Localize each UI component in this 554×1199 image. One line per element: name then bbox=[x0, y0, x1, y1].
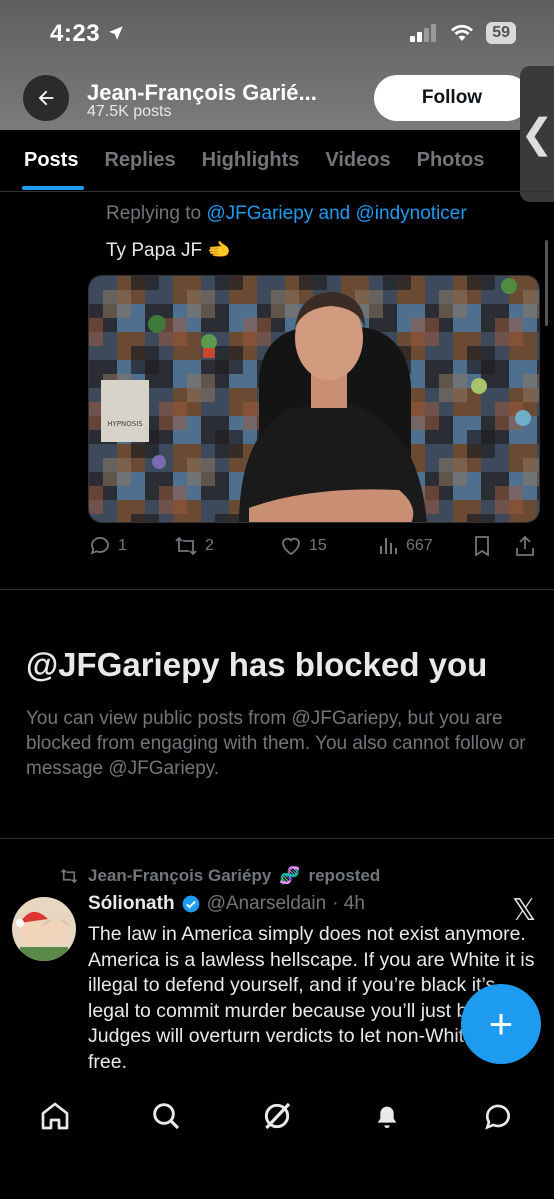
blocked-description: You can view public posts from @JFGariep… bbox=[26, 708, 526, 779]
repost-indicator: Jean-François Gariépy 🧬 reposted bbox=[58, 866, 380, 886]
verified-badge-icon bbox=[182, 895, 199, 913]
share-icon bbox=[516, 535, 534, 556]
reply-action[interactable]: 1 bbox=[88, 534, 127, 558]
status-time: 4:23 bbox=[50, 20, 125, 48]
bottom-navigation bbox=[0, 1082, 554, 1199]
plus-icon: + bbox=[488, 1000, 514, 1047]
back-button[interactable] bbox=[23, 75, 69, 121]
repost-icon bbox=[60, 868, 78, 884]
home-icon bbox=[41, 1102, 69, 1130]
reply-icon bbox=[90, 537, 109, 555]
avatar-image bbox=[12, 897, 76, 961]
cellular-signal-icon bbox=[410, 24, 437, 42]
tweet-author: Sólionath @Anarseldain · 4h bbox=[88, 893, 365, 915]
bookmark-action[interactable] bbox=[472, 534, 492, 558]
replying-to-users[interactable]: @JFGariepy and @indynoticer bbox=[206, 203, 466, 224]
arrow-left-icon bbox=[38, 90, 54, 106]
scrollbar[interactable] bbox=[545, 240, 548, 326]
nav-grok[interactable] bbox=[257, 1096, 297, 1136]
dna-emoji: 🧬 bbox=[279, 866, 301, 885]
wifi-icon bbox=[451, 24, 474, 41]
tweet-actions: 1 2 15 667 bbox=[88, 534, 540, 564]
views-action[interactable]: 667 bbox=[378, 534, 433, 558]
photo-man-in-chair: HYPNOSIS bbox=[89, 276, 539, 522]
profile-post-count: 47.5K posts bbox=[87, 103, 172, 120]
tweet-image[interactable]: HYPNOSIS bbox=[88, 275, 540, 523]
follow-button[interactable]: Follow bbox=[374, 75, 530, 121]
messages-icon bbox=[485, 1104, 510, 1130]
replying-to: Replying to @JFGariepy and @indynoticer bbox=[106, 203, 467, 224]
share-action[interactable] bbox=[514, 534, 536, 558]
nav-notifications[interactable] bbox=[367, 1096, 407, 1136]
search-icon bbox=[153, 1103, 180, 1130]
bar-chart-icon bbox=[380, 538, 397, 554]
profile-header: 4:23 59 Jean-François Garié... 47.5K pos… bbox=[0, 0, 554, 130]
author-handle[interactable]: @Anarseldain bbox=[207, 893, 327, 915]
grok-icon bbox=[264, 1102, 291, 1130]
tweet-time: · 4h bbox=[332, 893, 365, 914]
blocked-title: @JFGariepy has blocked you bbox=[26, 646, 488, 683]
notifications-icon bbox=[377, 1106, 397, 1128]
divider bbox=[0, 589, 554, 590]
nav-home[interactable] bbox=[35, 1096, 75, 1136]
tab-highlights[interactable]: Highlights bbox=[202, 130, 300, 191]
battery-indicator: 59 bbox=[486, 22, 516, 44]
svg-text:HYPNOSIS: HYPNOSIS bbox=[107, 420, 143, 428]
bookmark-icon bbox=[475, 536, 489, 557]
tweet-text: Ty Papa JF 🫲 bbox=[106, 240, 232, 261]
profile-tabs: Posts Replies Highlights Videos Photos bbox=[0, 130, 554, 192]
pointing-hand-emoji: 🫲 bbox=[207, 240, 232, 261]
repost-action[interactable]: 2 bbox=[173, 534, 214, 558]
nav-messages[interactable] bbox=[478, 1096, 518, 1136]
author-name[interactable]: Sólionath bbox=[88, 893, 175, 915]
nav-search[interactable] bbox=[146, 1096, 186, 1136]
tab-videos[interactable]: Videos bbox=[325, 130, 390, 191]
heart-icon bbox=[282, 537, 300, 556]
compose-button[interactable]: + bbox=[461, 984, 541, 1064]
tab-posts[interactable]: Posts bbox=[21, 130, 85, 191]
avatar[interactable] bbox=[12, 897, 76, 961]
tab-replies[interactable]: Replies bbox=[104, 130, 175, 191]
reposter-name[interactable]: Jean-François Gariépy bbox=[88, 866, 271, 886]
repost-icon bbox=[175, 536, 197, 556]
tab-photos[interactable]: Photos bbox=[417, 130, 485, 191]
status-icons: 59 bbox=[410, 22, 516, 44]
divider bbox=[0, 838, 554, 839]
like-action[interactable]: 15 bbox=[279, 534, 327, 558]
location-arrow-icon bbox=[109, 26, 123, 40]
